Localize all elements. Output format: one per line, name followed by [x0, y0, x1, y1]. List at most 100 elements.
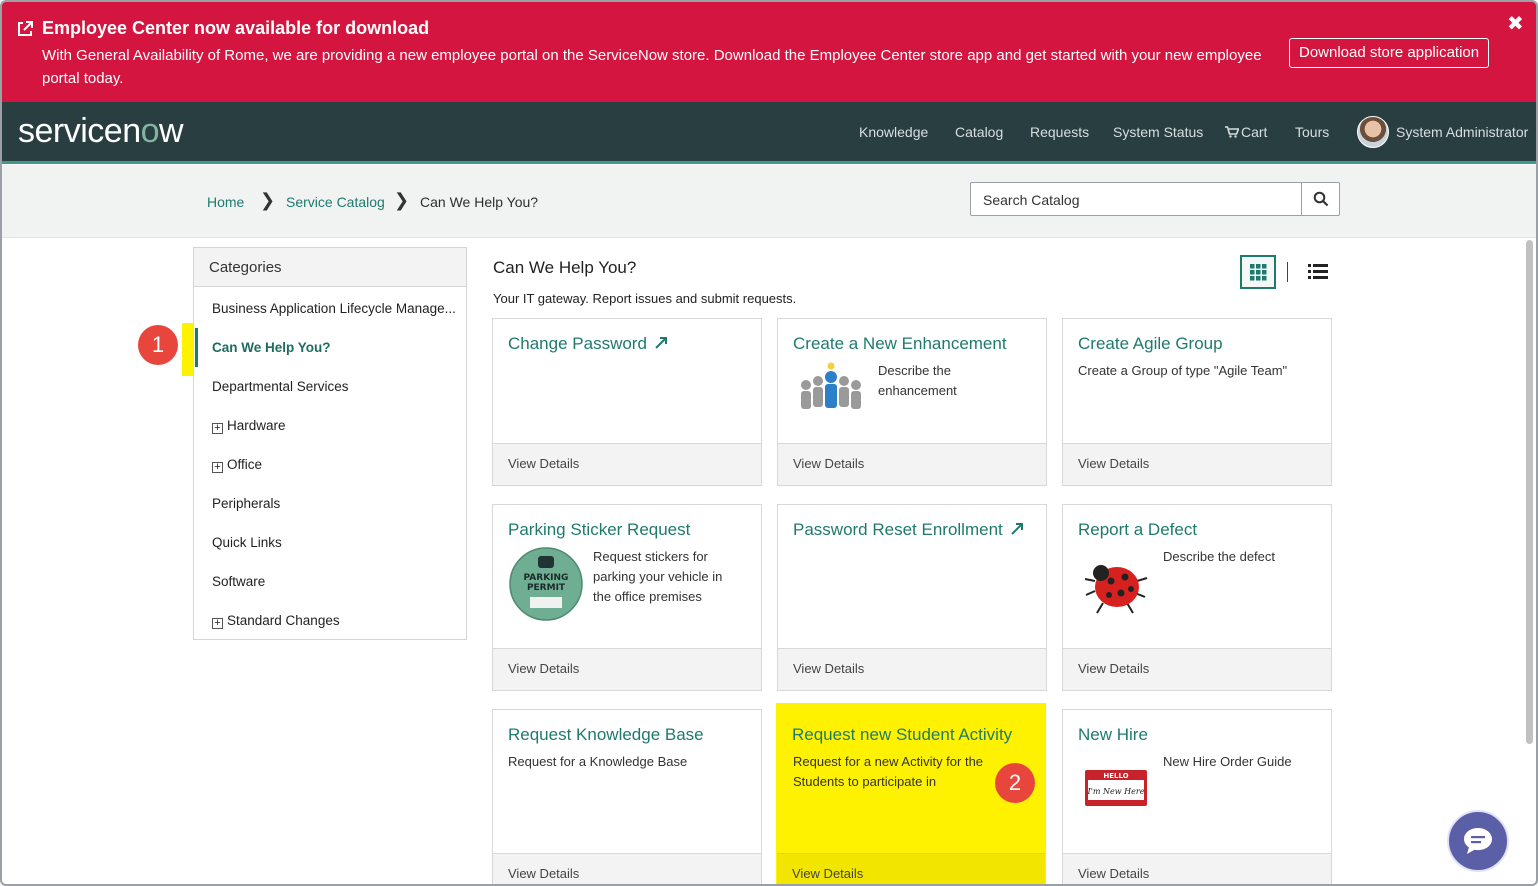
card-title[interactable]: Change Password: [508, 334, 668, 354]
category-item-active[interactable]: Can We Help You?: [194, 328, 466, 367]
nav-catalog[interactable]: Catalog: [955, 102, 1003, 162]
servicenow-logo[interactable]: servicenow: [18, 112, 184, 151]
cart-icon[interactable]: [1225, 126, 1239, 138]
card-description: New Hire Order Guide: [1163, 754, 1292, 769]
expand-icon[interactable]: +: [212, 462, 223, 473]
view-details-link[interactable]: View Details: [493, 648, 761, 690]
card-description: Create a Group of type "Agile Team": [1078, 363, 1288, 378]
category-item[interactable]: Peripherals: [194, 484, 466, 523]
view-details-link[interactable]: View Details: [1063, 443, 1331, 485]
nav-system-status[interactable]: System Status: [1113, 102, 1203, 162]
chat-icon: [1464, 828, 1492, 854]
download-store-application-button[interactable]: Download store application: [1289, 38, 1490, 68]
user-menu-name[interactable]: System Administrator: [1396, 102, 1528, 162]
active-indicator: [195, 328, 198, 367]
category-label: Standard Changes: [227, 613, 340, 628]
category-label: Office: [227, 457, 263, 472]
breadcrumb-bar: Home ❯ Service Catalog ❯ Can We Help You…: [2, 165, 1536, 238]
card-title[interactable]: New Hire: [1078, 725, 1148, 745]
logo-text-accent: o: [140, 112, 160, 150]
ladybug-image: [1084, 565, 1148, 614]
view-details-link[interactable]: View Details: [1063, 648, 1331, 690]
view-details-link[interactable]: View Details: [778, 648, 1046, 690]
breadcrumb-service-catalog[interactable]: Service Catalog: [286, 194, 385, 210]
external-link-icon: [18, 21, 33, 36]
card-title[interactable]: Password Reset Enrollment: [793, 520, 1024, 540]
category-item-hardware[interactable]: + Hardware: [194, 406, 466, 445]
category-item[interactable]: Departmental Services: [194, 367, 466, 406]
logo-text-start: servicen: [18, 112, 141, 150]
nav-tours[interactable]: Tours: [1295, 102, 1329, 162]
category-label: Hardware: [227, 418, 286, 433]
search-placeholder: Search Catalog: [983, 192, 1080, 208]
page-subtitle: Your IT gateway. Report issues and submi…: [493, 291, 797, 306]
scrollbar[interactable]: [1524, 240, 1534, 744]
category-item[interactable]: Software: [194, 562, 466, 601]
view-toggle-divider: [1287, 262, 1288, 282]
catalog-card-report-defect[interactable]: Report a Defect Describe the defect View…: [1062, 504, 1332, 691]
nav-knowledge[interactable]: Knowledge: [859, 102, 928, 162]
banner-text: With General Availability of Rome, we ar…: [42, 47, 1262, 87]
catalog-card-new-hire[interactable]: New Hire HELLO I'm New Here New Hire Ord…: [1062, 709, 1332, 884]
team-figures-image: [801, 362, 861, 409]
expand-icon[interactable]: +: [212, 618, 223, 629]
card-title[interactable]: Report a Defect: [1078, 520, 1197, 540]
scrollbar-thumb[interactable]: [1526, 240, 1533, 744]
nav-requests[interactable]: Requests: [1030, 102, 1089, 162]
catalog-card-create-agile-group[interactable]: Create Agile Group Create a Group of typ…: [1062, 318, 1332, 486]
catalog-card-password-reset[interactable]: Password Reset Enrollment View Details: [777, 504, 1047, 691]
step-badge-1: 1: [138, 325, 178, 365]
permit-text: PERMIT: [527, 583, 566, 593]
announcement-banner: Employee Center now available for downlo…: [2, 2, 1536, 102]
card-description: Request for a Knowledge Base: [508, 754, 688, 769]
search-button[interactable]: [1301, 183, 1339, 215]
view-details-link[interactable]: View Details: [777, 853, 1045, 884]
card-description: Request for a new Activity for the Stude…: [793, 754, 984, 789]
chat-button[interactable]: [1447, 810, 1509, 872]
view-details-link[interactable]: View Details: [778, 443, 1046, 485]
expand-icon[interactable]: +: [212, 423, 223, 434]
catalog-card-change-password[interactable]: Change Password View Details: [492, 318, 762, 486]
page-title: Can We Help You?: [493, 258, 637, 277]
link-arrow-icon: [1010, 523, 1023, 535]
card-title-text: Change Password: [508, 334, 647, 353]
close-icon[interactable]: ✖: [1507, 11, 1524, 36]
list-view-icon[interactable]: [1308, 263, 1328, 280]
browser-frame: Employee Center now available for downlo…: [0, 0, 1538, 886]
breadcrumb-separator: ❯: [260, 190, 276, 210]
link-arrow-icon: [654, 337, 667, 349]
catalog-card-parking-sticker[interactable]: Parking Sticker Request PARKING PERMIT R…: [492, 504, 762, 691]
grid-view-button[interactable]: [1240, 255, 1276, 289]
step-badge-2: 2: [995, 763, 1035, 803]
search-catalog-input[interactable]: Search Catalog: [970, 182, 1340, 216]
parking-permit-image: PARKING PERMIT: [509, 547, 583, 621]
nav-cart[interactable]: Cart: [1241, 102, 1267, 162]
card-title[interactable]: Request Knowledge Base: [508, 725, 704, 745]
breadcrumb-separator: ❯: [394, 190, 410, 210]
breadcrumb-current: Can We Help You?: [420, 194, 539, 210]
card-description: Describe the enhancement: [878, 363, 957, 398]
card-title[interactable]: Parking Sticker Request: [508, 520, 690, 540]
new-here-text: I'm New Here: [1087, 787, 1145, 796]
hello-text: HELLO: [1103, 772, 1128, 780]
category-item-standard-changes[interactable]: + Standard Changes: [194, 601, 466, 640]
card-title[interactable]: Request new Student Activity: [792, 725, 1012, 745]
card-title-text: Password Reset Enrollment: [793, 520, 1003, 539]
catalog-card-create-enhancement[interactable]: Create a New Enhancement Describe the en…: [777, 318, 1047, 486]
card-title[interactable]: Create Agile Group: [1078, 334, 1223, 354]
category-item-office[interactable]: + Office: [194, 445, 466, 484]
search-icon: [1313, 191, 1329, 207]
hello-name-tag-image: HELLO I'm New Here: [1085, 770, 1147, 806]
category-item[interactable]: Business Application Lifecycle Manage...: [194, 289, 466, 328]
breadcrumb-home[interactable]: Home: [207, 194, 244, 210]
banner-title: Employee Center now available for downlo…: [42, 18, 430, 38]
categories-heading: Categories: [194, 248, 466, 287]
view-details-link[interactable]: View Details: [493, 853, 761, 884]
category-item[interactable]: Quick Links: [194, 523, 466, 562]
card-title[interactable]: Create a New Enhancement: [793, 334, 1007, 354]
view-details-link[interactable]: View Details: [493, 443, 761, 485]
parking-text: PARKING: [524, 573, 569, 583]
catalog-card-request-knowledge-base[interactable]: Request Knowledge Base Request for a Kno…: [492, 709, 762, 884]
view-details-link[interactable]: View Details: [1063, 853, 1331, 884]
user-avatar[interactable]: [1357, 116, 1389, 148]
